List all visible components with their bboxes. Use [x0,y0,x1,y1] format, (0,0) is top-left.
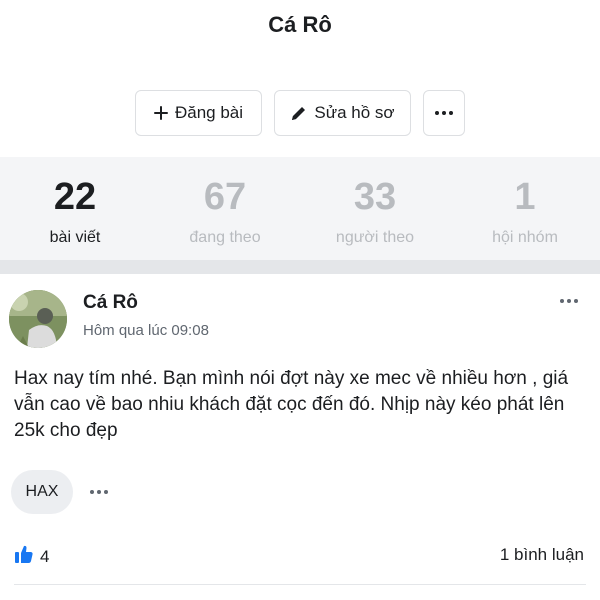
tag-more-button[interactable] [85,482,113,502]
profile-stats: 22 bài viết 67 đang theo 33 người theo 1… [0,157,600,260]
post-author[interactable]: Cá Rô [83,292,138,314]
like-reaction[interactable]: 4 [14,544,49,569]
profile-actions: Đăng bài Sửa hồ sơ [0,90,600,136]
thumbs-up-icon [14,544,34,569]
more-options-button[interactable] [423,90,465,136]
post-card: Cá Rô Hôm qua lúc 09:08 Hax nay tím nhé.… [0,274,600,600]
edit-profile-button[interactable]: Sửa hồ sơ [274,90,411,136]
comment-count-link[interactable]: 1 bình luận [500,545,584,565]
stat-groups-count: 1 [514,176,536,218]
post-divider [14,584,586,585]
post-options-button[interactable] [554,290,584,312]
stat-followers[interactable]: 33 người theo [300,157,450,260]
stat-followers-count: 33 [353,176,397,218]
ticker-tag[interactable]: HAX [11,470,73,514]
stat-following-count: 67 [203,176,247,218]
more-horizontal-icon [90,490,108,494]
like-count: 4 [40,546,50,566]
stat-following-label: đang theo [189,229,261,246]
post-text: Hax nay tím nhé. Bạn mình nói đợt này xe… [14,368,569,441]
stat-following[interactable]: 67 đang theo [150,157,300,260]
avatar[interactable] [9,290,67,348]
more-horizontal-icon [435,111,453,115]
stat-groups-label: hội nhóm [492,229,558,246]
create-post-button[interactable]: Đăng bài [135,90,262,136]
stat-posts-label: bài viết [49,229,101,246]
more-horizontal-icon [560,299,578,303]
pencil-icon [290,105,307,122]
plus-icon [153,106,168,120]
section-divider [0,260,600,274]
stat-groups[interactable]: 1 hội nhóm [450,157,600,260]
create-post-label: Đăng bài [174,103,244,122]
post-timestamp[interactable]: Hôm qua lúc 09:08 [83,322,209,339]
stat-posts[interactable]: 22 bài viết [0,157,150,260]
stat-posts-count: 22 [53,176,97,218]
stat-followers-label: người theo [335,229,415,246]
edit-profile-label: Sửa hồ sơ [314,103,395,122]
page-title: Cá Rô [268,12,332,37]
